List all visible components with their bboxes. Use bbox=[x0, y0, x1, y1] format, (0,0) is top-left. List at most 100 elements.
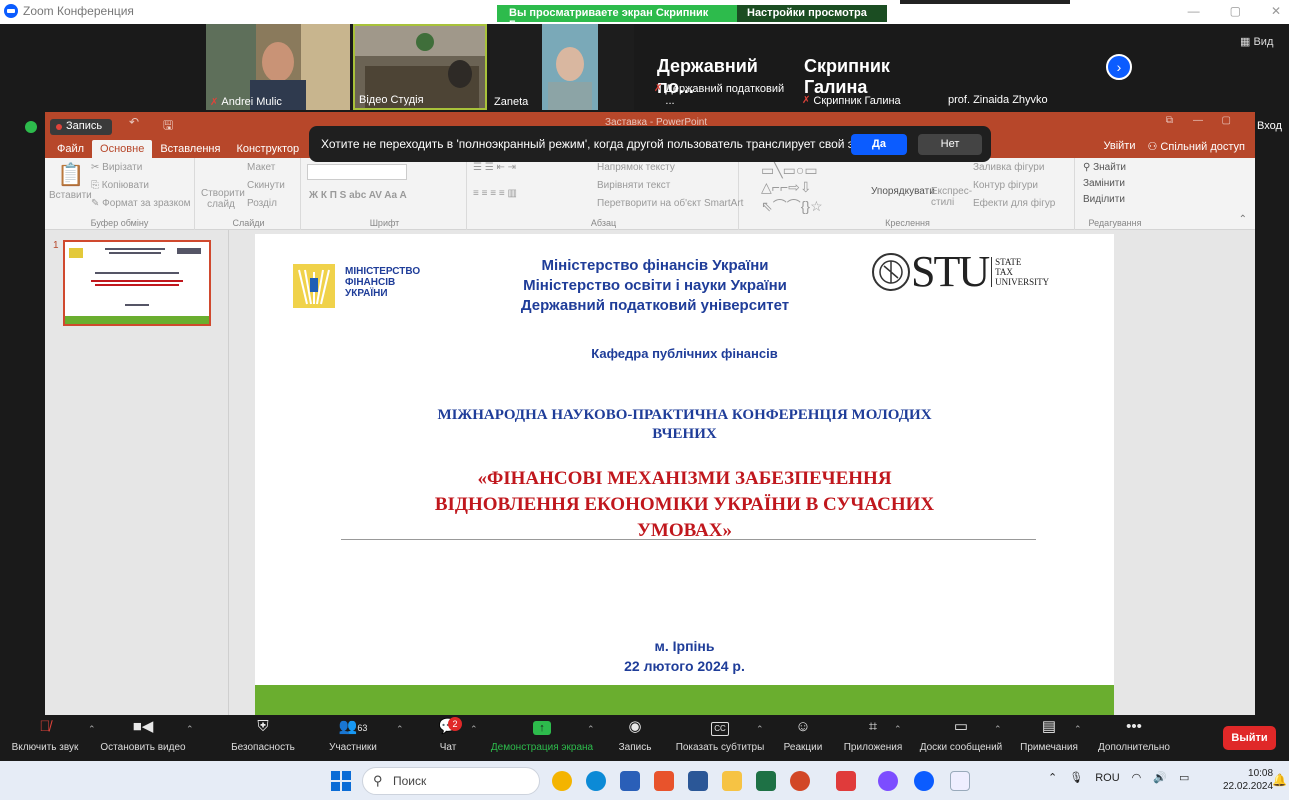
shape-effects-button[interactable]: Ефекти для фігур bbox=[973, 198, 1055, 209]
notes-icon: ▤ bbox=[1041, 718, 1057, 735]
security-button[interactable]: ⛨ Безопасность bbox=[228, 718, 298, 753]
tab-design[interactable]: Конструктор bbox=[228, 140, 307, 158]
participants-button[interactable]: 👥63 Участники bbox=[322, 718, 384, 753]
side-exit-label[interactable]: Вход bbox=[1257, 120, 1282, 132]
taskbar-search[interactable]: ⚲ Поиск bbox=[362, 767, 540, 795]
close-button[interactable]: ✕ bbox=[1271, 4, 1281, 18]
group-label: Слайди bbox=[232, 218, 265, 228]
find-button[interactable]: ⚲ Знайти bbox=[1083, 162, 1126, 173]
ribbon-group-clipboard: 📋 Вставити ✂ Вирізати ⎘ Копіювати ✎ Форм… bbox=[45, 158, 195, 230]
slide-canvas[interactable]: МІНІСТЕРСТВО ФІНАНСІВ УКРАЇНИ Міністерст… bbox=[255, 234, 1114, 715]
captions-options-caret[interactable]: ⌃ bbox=[756, 724, 764, 735]
stop-video-button[interactable]: ■◀ Остановить видео bbox=[92, 718, 194, 753]
minimize-button[interactable]: — bbox=[1188, 4, 1200, 18]
chrome-icon[interactable] bbox=[552, 771, 572, 791]
zoom-taskbar-icon[interactable] bbox=[914, 771, 934, 791]
shape-fill-button[interactable]: Заливка фігури bbox=[973, 162, 1044, 173]
maximize-button[interactable]: ▢ bbox=[1230, 4, 1241, 18]
quick-styles-button[interactable]: Експрес-стилі bbox=[931, 186, 972, 208]
chrome-profile-icon[interactable] bbox=[878, 771, 898, 791]
wifi-icon[interactable]: ◠ bbox=[1132, 771, 1142, 784]
video-tile-andrei[interactable]: ✗ Andrei Mulic bbox=[206, 24, 350, 110]
replace-button[interactable]: Замінити bbox=[1083, 178, 1125, 189]
share-options-caret[interactable]: ⌃ bbox=[587, 724, 595, 735]
shapes-gallery[interactable]: ▭╲▭○▭ △⌐⌐⇨⇩ ⇖⌒⌒{}☆ bbox=[761, 162, 823, 216]
more-button[interactable]: ••• Дополнительно bbox=[1094, 718, 1174, 753]
participant-name: Відео Студія bbox=[359, 94, 424, 106]
no-button[interactable]: Нет bbox=[918, 134, 982, 155]
shape-outline-button[interactable]: Контур фігури bbox=[973, 180, 1038, 191]
cut-button[interactable]: ✂ Вирізати bbox=[91, 162, 142, 173]
notes-options-caret[interactable]: ⌃ bbox=[1074, 724, 1082, 735]
media-icon[interactable] bbox=[654, 771, 674, 791]
app-red-icon[interactable] bbox=[836, 771, 856, 791]
new-slide-button[interactable]: Створити слайд bbox=[201, 188, 245, 210]
align-text-button[interactable]: Вирівняти текст bbox=[597, 180, 670, 191]
tab-insert[interactable]: Вставлення bbox=[152, 140, 228, 158]
language-indicator[interactable]: ROU bbox=[1095, 772, 1119, 784]
font-name-input[interactable] bbox=[307, 164, 407, 180]
select-button[interactable]: Виділити bbox=[1083, 194, 1125, 205]
participant-name: Державний податковий ... bbox=[665, 83, 785, 107]
powerpoint-icon[interactable] bbox=[790, 771, 810, 791]
excel-icon[interactable] bbox=[756, 771, 776, 791]
store-icon[interactable] bbox=[620, 771, 640, 791]
video-options-caret[interactable]: ⌃ bbox=[186, 724, 194, 735]
paste-button[interactable]: Вставити bbox=[49, 190, 92, 201]
tray-expand-icon[interactable]: ⌃ bbox=[1048, 771, 1057, 784]
video-tile-studio[interactable]: Відео Студія bbox=[353, 24, 487, 110]
notification-bell-icon[interactable]: 🔔 bbox=[1272, 773, 1287, 787]
chat-options-caret[interactable]: ⌃ bbox=[470, 724, 478, 735]
list-icons: ☰ ☰ ⇤ ⇥ bbox=[473, 162, 517, 173]
next-page-button[interactable]: › bbox=[1106, 54, 1132, 80]
windows-start-icon[interactable] bbox=[331, 771, 351, 791]
microphone-icon[interactable]: 🎙 bbox=[1069, 771, 1083, 784]
share-link[interactable]: ⚇ Спільний доступ bbox=[1147, 140, 1245, 153]
signin-link[interactable]: Увійти bbox=[1103, 140, 1135, 153]
recording-indicator[interactable]: Запись bbox=[50, 119, 112, 135]
view-settings-button[interactable]: Настройки просмотра ⌄ bbox=[737, 5, 887, 32]
logo-line: ФІНАНСІВ bbox=[345, 277, 396, 288]
unmute-button[interactable]: 🎙̸ Включить звук bbox=[4, 718, 86, 753]
chat-badge: 2 bbox=[448, 717, 462, 731]
battery-icon[interactable]: ▭ bbox=[1179, 771, 1189, 784]
leave-meeting-button[interactable]: Выйти bbox=[1223, 726, 1276, 750]
reset-button[interactable]: Скинути bbox=[247, 180, 285, 191]
smartart-button[interactable]: Перетворити на об'єкт SmartArt bbox=[597, 198, 743, 209]
taskbar-clock[interactable]: 10:08 22.02.2024 bbox=[1223, 767, 1273, 793]
slide-thumbnail[interactable] bbox=[63, 240, 211, 326]
layout-button[interactable]: Макет bbox=[247, 162, 275, 173]
participant-name-zhyvko[interactable]: prof. Zinaida Zhyvko bbox=[948, 94, 1048, 106]
section-button[interactable]: Розділ bbox=[247, 198, 277, 209]
format-painter-button[interactable]: ✎ Формат за зразком bbox=[91, 198, 191, 209]
edge-icon[interactable] bbox=[586, 771, 606, 791]
network-app-icon[interactable] bbox=[950, 771, 970, 791]
record-button[interactable]: ◉ Запись bbox=[614, 718, 656, 753]
reactions-button[interactable]: ☺ Реакции bbox=[780, 718, 826, 753]
word-icon[interactable] bbox=[688, 771, 708, 791]
cut-label: Вирізати bbox=[102, 162, 143, 173]
video-tile-zaneta[interactable]: Zaneta bbox=[490, 24, 634, 110]
captions-button[interactable]: CC Показать субтитры bbox=[670, 718, 770, 753]
collapse-ribbon-icon[interactable]: ⌃ bbox=[1239, 214, 1247, 225]
copy-button[interactable]: ⎘ Копіювати bbox=[91, 180, 149, 191]
video-tile-derzhavnyi[interactable]: Державний по... ✗ Державний податковий ..… bbox=[648, 24, 796, 110]
view-button[interactable]: ▦ Вид bbox=[1240, 35, 1273, 48]
video-tile-skrypnyk[interactable]: Скрипник Галина ✗ Скрипник Галина bbox=[798, 24, 946, 110]
text-direction-button[interactable]: Напрямок тексту bbox=[597, 162, 675, 173]
tab-home[interactable]: Основне bbox=[92, 140, 153, 158]
share-banner: Вы просматриваете экран Скрипник Галина bbox=[497, 5, 737, 31]
participants-options-caret[interactable]: ⌃ bbox=[396, 724, 404, 735]
apps-options-caret[interactable]: ⌃ bbox=[894, 724, 902, 735]
file-explorer-icon[interactable] bbox=[722, 771, 742, 791]
muted-microphone-icon: 🎙̸ bbox=[39, 718, 51, 735]
yes-button[interactable]: Да bbox=[851, 134, 907, 155]
tab-file[interactable]: Файл bbox=[49, 140, 92, 158]
arrange-button[interactable]: Упорядкувати bbox=[871, 186, 935, 197]
volume-icon[interactable]: 🔊 bbox=[1153, 771, 1167, 784]
theme-line: УМОВАХ» bbox=[636, 520, 733, 541]
share-screen-button[interactable]: ↑ Демонстрация экрана bbox=[486, 718, 598, 753]
whiteboards-options-caret[interactable]: ⌃ bbox=[994, 724, 1002, 735]
notes-button[interactable]: ▤ Примечания bbox=[1016, 718, 1082, 753]
encryption-shield-icon[interactable] bbox=[25, 121, 37, 133]
